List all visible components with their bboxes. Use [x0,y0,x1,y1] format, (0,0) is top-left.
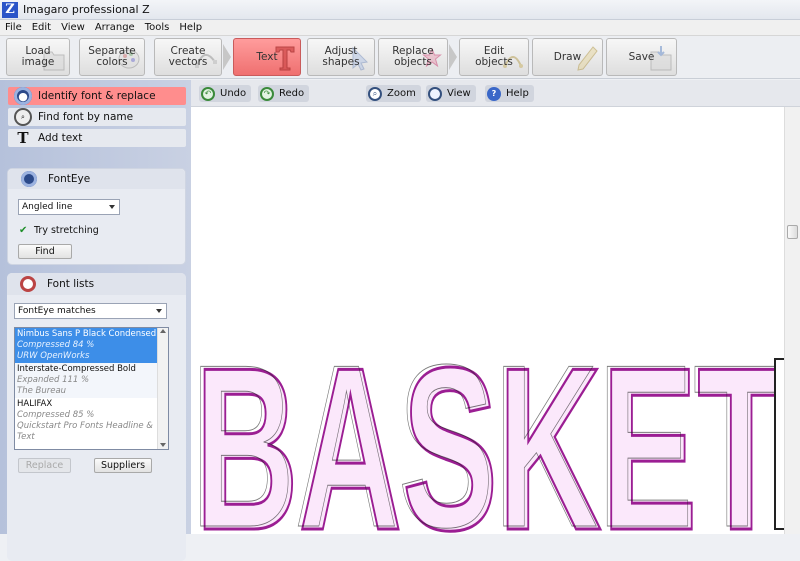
list-item[interactable]: Interstate-Compressed Bold Expanded 111 … [15,363,168,398]
font-list-source-value: FontEye matches [18,306,96,316]
scroll-up-icon [160,329,166,333]
help-button[interactable]: ? Help [485,85,534,102]
zoom-button[interactable]: ⌕ Zoom [366,85,421,102]
undo-button[interactable]: ↶ Undo [199,85,252,102]
magnifier-icon: ⌕ [14,108,32,126]
font-vendor: Quickstart Pro Fonts Headline & Text [17,421,153,442]
adjust-shapes-button[interactable]: Adjust shapes [307,38,375,76]
eye-icon: ● [14,87,32,105]
try-stretching-checkbox[interactable]: ✔ Try stretching [19,225,99,236]
draw-label: Draw [553,50,582,63]
try-stretching-label: Try stretching [34,225,99,236]
scrollbar-thumb[interactable] [787,225,798,239]
redo-button[interactable]: ↷ Redo [258,85,310,102]
fonteye-header: FontEye [8,169,185,189]
nav-find-font-label: Find font by name [38,111,134,123]
fonteye-mode-value: Angled line [22,202,73,212]
menu-help[interactable]: Help [174,22,207,33]
save-button[interactable]: Save [606,38,677,76]
left-panel: ● Identify font & replace ⌕ Find font by… [0,80,191,561]
separate-colors-label: Separate colors [88,45,136,68]
list-item[interactable]: Nimbus Sans P Black Condensed Compressed… [15,328,168,363]
window-title: Imagaro professional Z [23,3,150,16]
find-button[interactable]: Find [18,244,72,259]
menu-view[interactable]: View [56,22,90,33]
fonteye-mode-select[interactable]: Angled line [18,199,120,215]
font-vendor: The Bureau [17,386,67,396]
target-icon [20,276,36,292]
canvas-toolbar: ↶ Undo ↷ Redo ⌕ Zoom View ? Help [191,80,800,107]
step-arrow [223,44,231,70]
nav-identify-font[interactable]: ● Identify font & replace [8,87,186,105]
zoom-label: Zoom [387,88,416,99]
font-lists-title: Font lists [47,278,95,290]
load-image-label: Load image [21,45,55,68]
view-button[interactable]: View [426,85,476,102]
menu-bar: File Edit View Arrange Tools Help [0,20,800,36]
menu-arrange[interactable]: Arrange [90,22,140,33]
separate-colors-button[interactable]: Separate colors [79,38,145,76]
canvas-vertical-scrollbar[interactable] [784,107,800,534]
font-lists-header: Font lists [7,273,186,295]
suppliers-button[interactable]: Suppliers [94,458,152,473]
undo-label: Undo [220,88,247,99]
list-item[interactable]: HALIFAX Compressed 85 % Quickstart Pro F… [15,398,168,444]
menu-edit[interactable]: Edit [27,22,56,33]
shadow-glyph-text: BASKET [191,317,781,534]
checkmark-icon: ✔ [19,225,28,236]
create-vectors-button[interactable]: Create vectors [154,38,222,76]
drawing-canvas[interactable]: BASKET BASKET [191,107,784,534]
app-logo-icon: Z [2,1,18,18]
fonteye-group: FontEye Angled line ✔ Try stretching Fin… [7,168,186,265]
fonteye-title: FontEye [48,173,91,185]
font-name: Nimbus Sans P Black Condensed [17,329,157,339]
zoom-magnifier-icon: ⌕ [368,86,382,101]
font-vendor: URW OpenWorks [17,351,90,361]
edit-objects-label: Edit objects [475,45,513,68]
edit-objects-button[interactable]: Edit objects [459,38,529,76]
create-vectors-label: Create vectors [168,45,208,68]
font-detail: Compressed 84 % [17,340,95,350]
help-question-icon: ? [487,86,501,101]
title-bar: Z Imagaro professional Z [0,0,800,20]
view-label: View [447,88,471,99]
replace-button[interactable]: Replace [18,458,71,473]
monitor-icon [428,86,442,101]
text-label: Text [256,50,278,63]
menu-file[interactable]: File [0,22,27,33]
font-list-source-select[interactable]: FontEye matches [14,303,167,319]
font-detail: Expanded 111 % [17,375,90,385]
partial-glyph [774,358,784,530]
replace-objects-label: Replace objects [392,45,434,68]
font-name: HALIFAX [17,399,53,409]
load-image-button[interactable]: Load image [6,38,70,76]
nav-identify-font-label: Identify font & replace [38,90,156,102]
font-detail: Compressed 85 % [17,410,95,420]
step-arrow-2 [449,44,457,70]
canvas-artwork: BASKET BASKET [191,317,784,534]
help-label: Help [506,88,529,99]
redo-icon: ↷ [260,86,274,101]
font-match-list[interactable]: Nimbus Sans P Black Condensed Compressed… [14,327,169,450]
list-scrollbar[interactable] [157,328,168,449]
workflow-toolbar: Load image Separate colors Create vector… [0,36,800,79]
redo-label: Redo [279,88,305,99]
font-name: Interstate-Compressed Bold [17,364,136,374]
draw-button[interactable]: Draw [532,38,603,76]
nav-add-text-label: Add text [38,132,83,144]
nav-find-font-by-name[interactable]: ⌕ Find font by name [8,108,186,126]
fonteye-icon [21,171,37,187]
text-t-icon: T [17,129,29,147]
text-button[interactable]: Text [233,38,301,76]
nav-add-text[interactable]: T Add text [8,129,186,147]
chevron-down-icon [109,205,115,209]
menu-tools[interactable]: Tools [140,22,175,33]
chevron-down-icon [156,309,162,313]
save-label: Save [628,50,655,63]
scroll-down-icon [160,443,166,447]
adjust-shapes-label: Adjust shapes [322,45,360,68]
undo-icon: ↶ [201,86,215,101]
replace-objects-button[interactable]: Replace objects [378,38,448,76]
